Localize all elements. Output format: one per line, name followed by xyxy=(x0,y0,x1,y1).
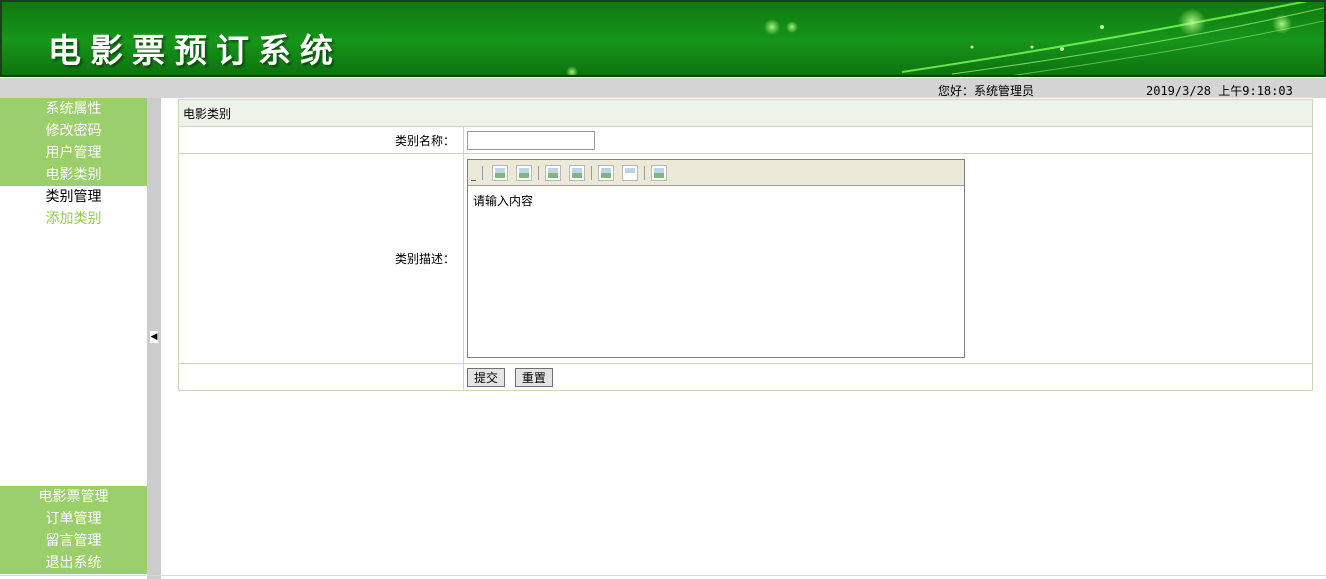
status-bar: 您好：系统管理员 2019/3/28 上午9:18:03 xyxy=(0,77,1326,98)
sidebar-subitem-add-category[interactable]: 添加类别 xyxy=(0,208,147,230)
form-section-title: 电影类别 xyxy=(178,99,1313,127)
toolbar-separator xyxy=(644,166,645,180)
reset-button[interactable]: 重置 xyxy=(514,367,553,387)
sidebar-item-change-password[interactable]: 修改密码 xyxy=(0,120,147,142)
collapse-arrow-icon[interactable]: ◀ xyxy=(150,331,158,343)
header-banner: 电影票预订系统 xyxy=(0,0,1326,77)
image-icon[interactable] xyxy=(492,165,508,181)
main-content: 电影类别 类别名称： 类别描述： 请输入内容 提交 重置 xyxy=(178,99,1313,391)
category-form: 电影类别 类别名称： 类别描述： 请输入内容 提交 重置 xyxy=(178,99,1313,391)
sidebar-subitem-category-management[interactable]: 类别管理 xyxy=(0,186,147,208)
toolbar-separator xyxy=(591,166,592,180)
rich-text-editor: 请输入内容 xyxy=(467,159,965,358)
sidebar-menu: 系统属性 修改密码 用户管理 电影类别 类别管理 添加类别 电影票管理 订单管理… xyxy=(0,98,147,579)
sidebar-top-group: 系统属性 修改密码 用户管理 电影类别 xyxy=(0,98,147,186)
editor-toolbar xyxy=(468,160,964,186)
empty-label-cell xyxy=(178,363,464,391)
category-name-input[interactable] xyxy=(467,130,595,150)
category-name-label: 类别名称： xyxy=(178,126,464,154)
sidebar-item-system-properties[interactable]: 系统属性 xyxy=(0,98,147,120)
toolbar-separator xyxy=(538,166,539,180)
image-icon[interactable] xyxy=(545,165,561,181)
sidebar-item-order-management[interactable]: 订单管理 xyxy=(0,508,147,530)
sidebar-item-message-management[interactable]: 留言管理 xyxy=(0,530,147,552)
submit-button[interactable]: 提交 xyxy=(467,367,506,387)
category-description-label: 类别描述： xyxy=(178,153,464,364)
image-icon[interactable] xyxy=(569,165,585,181)
datetime-display: 2019/3/28 上午9:18:03 xyxy=(1146,84,1293,98)
toolbar-grip-icon xyxy=(471,178,476,181)
sidebar-bottom-group: 电影票管理 订单管理 留言管理 退出系统 xyxy=(0,486,147,574)
image-icon[interactable] xyxy=(651,165,667,181)
sidebar-submenu: 类别管理 添加类别 xyxy=(0,186,147,230)
image-icon[interactable] xyxy=(598,165,614,181)
user-greeting: 您好：系统管理员 xyxy=(938,84,1035,98)
sidebar-item-ticket-management[interactable]: 电影票管理 xyxy=(0,486,147,508)
sidebar-item-movie-category[interactable]: 电影类别 xyxy=(0,164,147,186)
image-icon[interactable] xyxy=(622,165,638,181)
sidebar-item-user-management[interactable]: 用户管理 xyxy=(0,142,147,164)
toolbar-separator xyxy=(482,166,483,180)
description-editor-area[interactable]: 请输入内容 xyxy=(468,186,964,357)
sidebar-item-logout[interactable]: 退出系统 xyxy=(0,552,147,574)
app-title: 电影票预订系统 xyxy=(48,31,342,70)
image-icon[interactable] xyxy=(516,165,532,181)
bottom-divider xyxy=(0,575,1326,576)
